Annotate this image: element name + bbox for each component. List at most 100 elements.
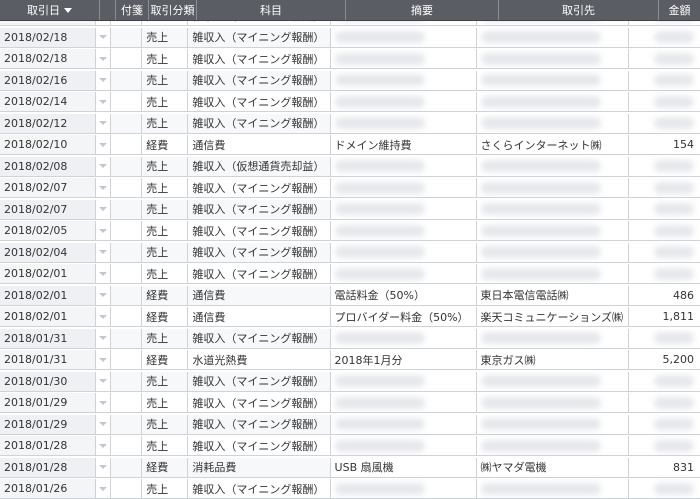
chevron-down-icon[interactable] — [98, 228, 107, 233]
category-cell: 売上 — [142, 414, 189, 435]
chevron-down-icon[interactable] — [98, 400, 107, 405]
column-header-memo[interactable]: 摘要 — [346, 0, 499, 20]
category-cell: 売上 — [142, 70, 189, 91]
table-row[interactable]: 2018/02/08 売上 雑収入（仮想通貨売却益） — [0, 156, 700, 177]
table-row[interactable]: 2018/02/18 売上 雑収入（マイニング報酬） — [0, 27, 700, 48]
chevron-down-icon[interactable] — [98, 35, 107, 39]
tag-dropdown[interactable] — [95, 178, 111, 198]
date-cell: 2018/02/18 — [0, 27, 96, 48]
tag-dropdown[interactable] — [95, 156, 111, 177]
tag-dropdown[interactable] — [95, 221, 111, 241]
redacted-amount — [654, 160, 694, 172]
table-row[interactable]: 2018/02/14 売上 雑収入（マイニング報酬） — [0, 92, 700, 112]
chevron-down-icon[interactable] — [98, 164, 107, 168]
account-cell: 雑収入（マイニング報酬） — [188, 221, 331, 241]
date-cell: 2018/02/04 — [0, 242, 96, 263]
tag-cell — [110, 92, 143, 112]
table-row[interactable]: 2018/02/01 経費 通信費 プロバイダー料金（50%） 楽天コミュニケーションズ… — [0, 307, 700, 327]
chevron-down-icon[interactable] — [98, 379, 107, 383]
tag-dropdown[interactable] — [95, 70, 111, 91]
tag-dropdown[interactable] — [95, 371, 111, 392]
tag-dropdown[interactable] — [95, 436, 111, 456]
date-cell: 2018/02/07 — [0, 178, 96, 198]
tag-dropdown[interactable] — [95, 307, 111, 327]
sort-descending-icon[interactable] — [64, 7, 72, 13]
memo-cell — [330, 414, 477, 435]
tag-dropdown[interactable] — [95, 393, 111, 413]
chevron-down-icon[interactable] — [98, 422, 107, 426]
table-row[interactable]: 2018/01/26 売上 雑収入（マイニング報酬） — [0, 479, 700, 499]
tag-dropdown[interactable] — [95, 328, 111, 349]
tag-dropdown[interactable] — [95, 92, 111, 112]
column-header-tag[interactable]: 付箋 — [116, 0, 149, 20]
column-header-partner[interactable]: 取引先 — [499, 0, 659, 20]
chevron-down-icon[interactable] — [98, 465, 107, 469]
table-row[interactable]: 2018/02/01 売上 雑収入（マイニング報酬） — [0, 264, 700, 284]
redacted-partner — [480, 396, 601, 409]
table-row[interactable]: 2018/01/31 売上 雑収入（マイニング報酬） — [0, 328, 700, 349]
tag-dropdown[interactable] — [95, 264, 111, 284]
redacted-memo — [334, 375, 425, 387]
redacted-partner — [480, 418, 601, 430]
tag-dropdown[interactable] — [95, 199, 111, 220]
tag-dropdown[interactable] — [95, 350, 111, 370]
chevron-down-icon[interactable] — [98, 357, 107, 362]
tag-dropdown[interactable] — [95, 242, 111, 263]
chevron-down-icon[interactable] — [98, 250, 107, 254]
account-cell: 雑収入（マイニング報酬） — [188, 199, 331, 220]
redacted-partner — [480, 267, 601, 280]
chevron-down-icon[interactable] — [98, 271, 107, 276]
memo-cell: 2018年1月分 — [330, 350, 477, 370]
table-row[interactable]: 2018/01/28 経費 消耗品費 USB 扇風機 ㈱ヤマダ電機 831 — [0, 457, 700, 478]
chevron-down-icon[interactable] — [98, 336, 107, 340]
table-row[interactable]: 2018/01/29 売上 雑収入（マイニング報酬） — [0, 393, 700, 413]
chevron-down-icon[interactable] — [98, 443, 107, 448]
chevron-down-icon[interactable] — [98, 207, 107, 211]
tag-dropdown[interactable] — [95, 27, 111, 48]
table-row[interactable]: 2018/02/12 売上 雑収入（マイニング報酬） — [0, 113, 700, 134]
chevron-down-icon[interactable] — [98, 78, 107, 82]
memo-cell: USB 扇風機 — [330, 457, 477, 478]
chevron-down-icon[interactable] — [98, 121, 107, 125]
table-row[interactable]: 2018/02/07 売上 雑収入（マイニング報酬） — [0, 199, 700, 220]
table-row[interactable]: 2018/02/04 売上 雑収入（マイニング報酬） — [0, 242, 700, 263]
category-cell: 売上 — [142, 371, 189, 392]
column-header-tag-arrow-spacer — [100, 0, 116, 20]
column-header-account[interactable]: 科目 — [197, 0, 346, 20]
partner-cell — [476, 328, 630, 349]
table-row[interactable]: 2018/02/07 売上 雑収入（マイニング報酬） — [0, 178, 700, 198]
table-row[interactable]: 2018/02/05 売上 雑収入（マイニング報酬） — [0, 221, 700, 241]
column-header-date[interactable]: 取引日 — [0, 0, 100, 20]
table-row[interactable]: 2018/02/18 売上 雑収入（マイニング報酬） — [0, 49, 700, 69]
tag-dropdown[interactable] — [95, 479, 111, 499]
tag-dropdown[interactable] — [95, 113, 111, 134]
column-header-category[interactable]: 取引分類 — [149, 0, 197, 20]
chevron-down-icon[interactable] — [98, 314, 107, 319]
table-row[interactable]: 2018/01/30 売上 雑収入（マイニング報酬） — [0, 371, 700, 392]
table-row[interactable]: 2018/02/16 売上 雑収入（マイニング報酬） — [0, 70, 700, 91]
partner-cell — [476, 113, 630, 134]
redacted-amount — [654, 439, 694, 452]
category-cell: 売上 — [142, 92, 189, 112]
chevron-down-icon[interactable] — [98, 293, 107, 297]
chevron-down-icon[interactable] — [98, 99, 107, 104]
table-row[interactable]: 2018/02/10 経費 通信費 ドメイン維持費 さくらインターネット㈱ 154 — [0, 135, 700, 155]
chevron-down-icon[interactable] — [98, 486, 107, 491]
table-row[interactable]: 2018/01/28 売上 雑収入（マイニング報酬） — [0, 436, 700, 456]
tag-dropdown[interactable] — [95, 457, 111, 478]
redacted-partner — [480, 246, 601, 258]
chevron-down-icon[interactable] — [98, 56, 107, 61]
tag-dropdown[interactable] — [95, 414, 111, 435]
table-row[interactable]: 2018/02/01 経費 通信費 電話料金（50%） 東日本電信電話㈱ 486 — [0, 285, 700, 306]
memo-cell — [330, 221, 477, 241]
tag-dropdown[interactable] — [95, 135, 111, 155]
tag-dropdown[interactable] — [95, 49, 111, 69]
redacted-memo — [334, 246, 425, 258]
chevron-down-icon[interactable] — [98, 185, 107, 190]
category-cell: 売上 — [142, 242, 189, 263]
table-row[interactable]: 2018/01/29 売上 雑収入（マイニング報酬） — [0, 414, 700, 435]
table-row[interactable]: 2018/01/31 経費 水道光熱費 2018年1月分 東京ガス㈱ 5,200 — [0, 350, 700, 370]
tag-dropdown[interactable] — [95, 285, 111, 306]
column-header-amount[interactable]: 金額 — [659, 0, 700, 20]
chevron-down-icon[interactable] — [98, 142, 107, 147]
